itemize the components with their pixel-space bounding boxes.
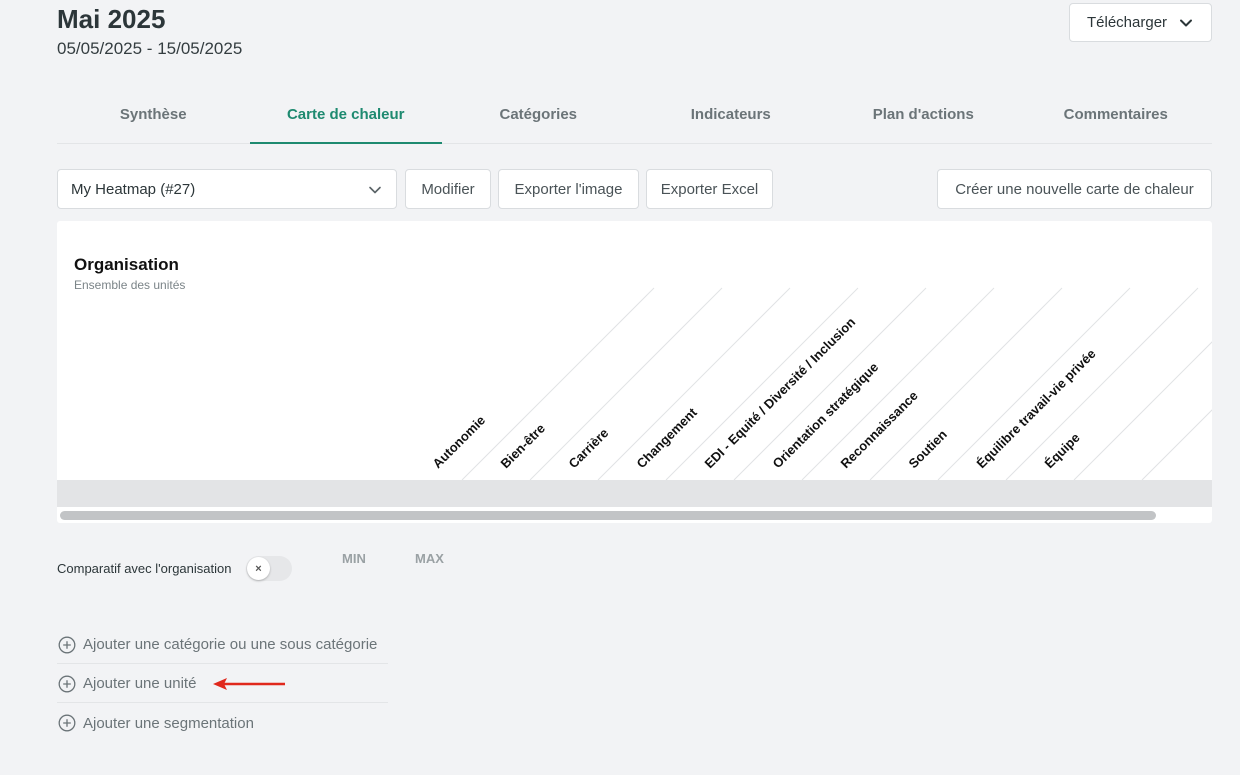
download-button[interactable]: Télécharger (1069, 3, 1212, 42)
add-category-label: Ajouter une catégorie ou une sous catégo… (83, 636, 378, 653)
tab-bar: Synthèse Carte de chaleur Catégories Ind… (57, 94, 1212, 144)
chevron-down-icon (369, 186, 381, 194)
annotation-arrow-icon (213, 678, 285, 690)
max-label: MAX (415, 551, 444, 566)
column-header: Équipe (1042, 430, 1083, 471)
column-header: Équilibre travail-vie privée (974, 346, 1099, 471)
tab-categories[interactable]: Catégories (442, 94, 635, 143)
date-range: 05/05/2025 - 15/05/2025 (57, 39, 243, 58)
column-guide-line (869, 287, 1063, 481)
plus-circle-icon (58, 675, 76, 692)
export-image-button[interactable]: Exporter l'image (498, 169, 639, 209)
tab-synthese[interactable]: Synthèse (57, 94, 250, 143)
column-header: Carrière (566, 425, 612, 471)
column-guide-line (801, 287, 995, 481)
comparison-toggle[interactable]: × (246, 556, 292, 581)
column-guide-line (597, 287, 791, 481)
column-guide-line (461, 287, 655, 481)
add-category-button[interactable]: Ajouter une catégorie ou une sous catégo… (57, 626, 388, 664)
heatmap-select[interactable]: My Heatmap (#27) (57, 169, 397, 209)
heatmap-page: Mai 2025 05/05/2025 - 15/05/2025 Télécha… (0, 0, 1240, 775)
add-segmentation-button[interactable]: Ajouter une segmentation (57, 704, 388, 742)
modify-button[interactable]: Modifier (405, 169, 491, 209)
column-guide-line (1073, 341, 1212, 481)
create-heatmap-button[interactable]: Créer une nouvelle carte de chaleur (937, 169, 1212, 209)
download-label: Télécharger (1087, 14, 1168, 31)
heatmap-row (57, 480, 1212, 507)
tab-carte-de-chaleur[interactable]: Carte de chaleur (249, 94, 443, 144)
column-guide-line (665, 287, 859, 481)
chevron-down-icon (1180, 19, 1192, 27)
comparison-label: Comparatif avec l'organisation (57, 561, 232, 576)
heatmap-select-value: My Heatmap (#27) (71, 181, 196, 198)
column-guide-line (1005, 287, 1199, 481)
toggle-off-icon: × (247, 557, 270, 580)
add-unit-label: Ajouter une unité (83, 675, 197, 692)
plus-circle-icon (58, 714, 76, 732)
column-guide-line (937, 287, 1131, 481)
column-guide-line (529, 287, 723, 481)
column-header: Soutien (906, 427, 950, 471)
column-guide-line (733, 287, 927, 481)
tab-commentaires[interactable]: Commentaires (1020, 94, 1213, 143)
tab-plan-actions[interactable]: Plan d'actions (827, 94, 1020, 143)
export-excel-button[interactable]: Exporter Excel (646, 169, 773, 209)
add-segmentation-label: Ajouter une segmentation (83, 714, 254, 732)
horizontal-scrollbar[interactable] (60, 511, 1210, 520)
plus-circle-icon (58, 636, 76, 653)
column-header: Bien-être (498, 421, 548, 471)
tab-indicateurs[interactable]: Indicateurs (635, 94, 828, 143)
page-title: Mai 2025 (57, 4, 166, 34)
min-label: MIN (342, 551, 366, 566)
heatmap-card: Organisation Ensemble des unités Autonom… (57, 221, 1212, 523)
heatmap-header: Autonomie Bien-être Carrière Changement EDI … (430, 287, 1212, 481)
column-header: Changement (634, 404, 701, 471)
scrollbar-thumb[interactable] (60, 511, 1156, 520)
column-guide-line (1141, 409, 1212, 481)
